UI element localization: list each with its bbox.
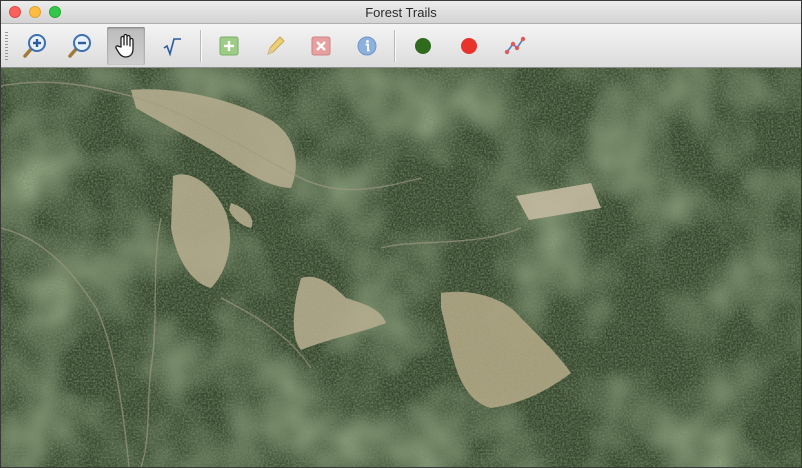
info-icon xyxy=(357,36,377,56)
toolbar-separator xyxy=(200,30,202,62)
zoom-in-icon xyxy=(23,34,46,58)
map-toolbar xyxy=(1,24,801,68)
green-circle-icon xyxy=(415,38,431,54)
pan-hand-icon xyxy=(115,33,134,58)
info-button[interactable] xyxy=(348,27,386,65)
line-tool-icon xyxy=(504,36,526,55)
window-title: Forest Trails xyxy=(365,5,437,20)
sqrt-measure-icon xyxy=(163,38,181,57)
red-circle-icon xyxy=(461,38,477,54)
zoom-out-button[interactable] xyxy=(61,27,99,65)
delete-feature-icon xyxy=(311,36,331,56)
line-tool-button[interactable] xyxy=(496,27,534,65)
green-marker-button[interactable] xyxy=(404,27,442,65)
zoom-out-icon xyxy=(68,34,91,58)
aerial-imagery xyxy=(1,68,801,467)
app-window: Forest Trails xyxy=(0,0,802,468)
edit-feature-button[interactable] xyxy=(256,27,294,65)
add-feature-icon xyxy=(219,36,239,56)
delete-feature-button[interactable] xyxy=(302,27,340,65)
red-marker-button[interactable] xyxy=(450,27,488,65)
toolbar-separator xyxy=(394,30,396,62)
title-bar: Forest Trails xyxy=(1,1,801,24)
toolbar-grip[interactable] xyxy=(5,32,8,60)
measure-button[interactable] xyxy=(153,27,191,65)
add-feature-button[interactable] xyxy=(210,27,248,65)
edit-pencil-icon xyxy=(267,36,285,55)
zoom-in-button[interactable] xyxy=(16,27,54,65)
pan-button[interactable] xyxy=(107,27,145,65)
map-canvas[interactable] xyxy=(1,68,801,467)
